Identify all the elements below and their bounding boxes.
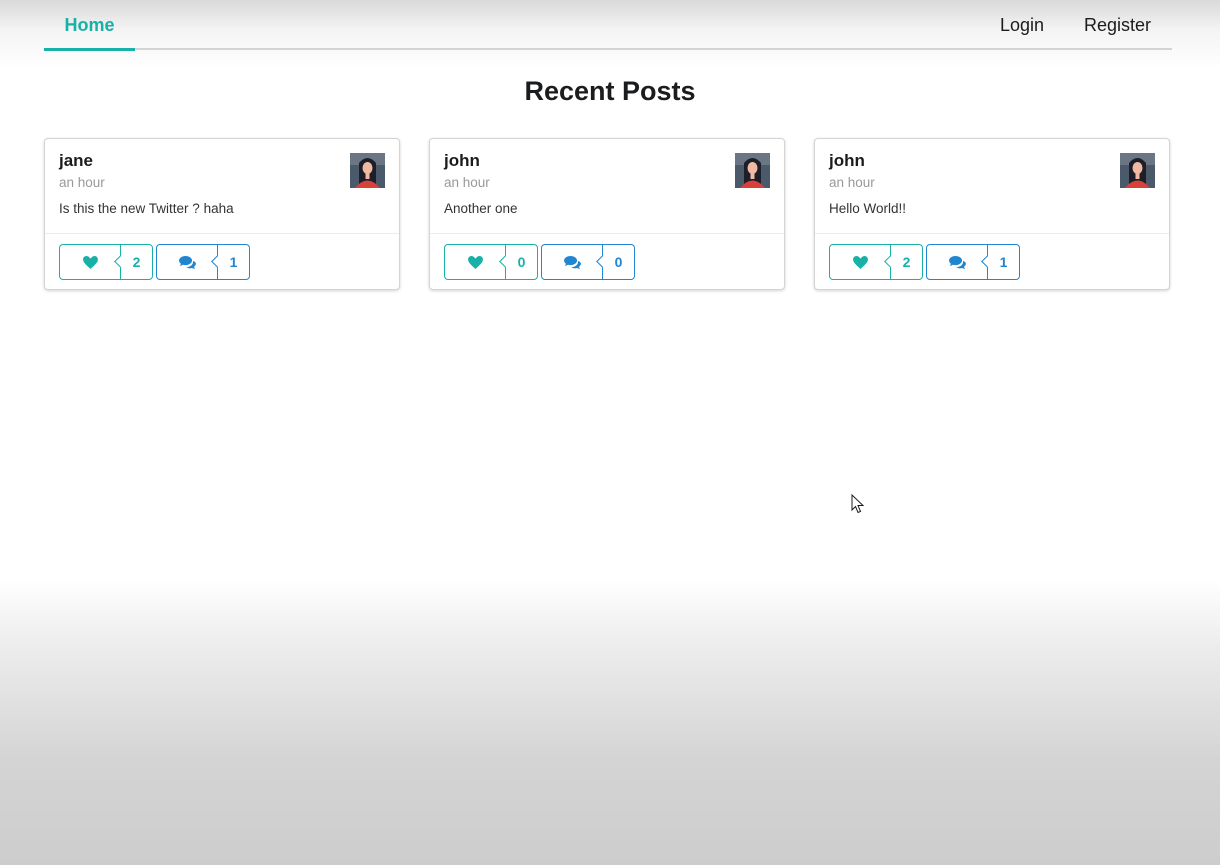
post-card: john an hour Hello World!! 2 1: [814, 138, 1170, 290]
post-time: an hour: [444, 175, 490, 190]
comment-count: 1: [987, 245, 1019, 279]
post-card: jane an hour Is this the new Twitter ? h…: [44, 138, 400, 290]
post-body: Hello World!!: [829, 201, 907, 216]
like-count: 2: [890, 245, 922, 279]
post-card-content: john an hour Another one: [430, 139, 784, 234]
post-time: an hour: [59, 175, 105, 190]
like-count: 0: [505, 245, 537, 279]
like-button[interactable]: 2: [829, 244, 923, 280]
post-author[interactable]: john: [444, 151, 480, 171]
post-time: an hour: [829, 175, 875, 190]
like-button[interactable]: 2: [59, 244, 153, 280]
comment-count: 0: [602, 245, 634, 279]
post-card-content: john an hour Hello World!!: [815, 139, 1169, 234]
comments-icon: [542, 245, 602, 279]
like-count: 2: [120, 245, 152, 279]
nav-login-link[interactable]: Login: [1000, 0, 1044, 48]
post-author[interactable]: john: [829, 151, 865, 171]
comments-icon: [157, 245, 217, 279]
page-title: Recent Posts: [524, 76, 696, 106]
comment-button[interactable]: 0: [541, 244, 635, 280]
heart-icon: [445, 245, 505, 279]
nav-home-link[interactable]: Home: [44, 0, 135, 51]
like-button[interactable]: 0: [444, 244, 538, 280]
post-body: Another one: [444, 201, 518, 216]
nav-register-link[interactable]: Register: [1084, 0, 1151, 48]
post-card: john an hour Another one 0 0: [429, 138, 785, 290]
mouse-cursor-icon: [851, 494, 865, 514]
heart-icon: [60, 245, 120, 279]
avatar: [350, 153, 385, 188]
comment-count: 1: [217, 245, 249, 279]
comment-button[interactable]: 1: [926, 244, 1020, 280]
comments-icon: [927, 245, 987, 279]
post-author[interactable]: jane: [59, 151, 93, 171]
avatar: [1120, 153, 1155, 188]
post-body: Is this the new Twitter ? haha: [59, 201, 234, 216]
top-menu: Home Login Register: [44, 0, 1172, 51]
post-card-content: jane an hour Is this the new Twitter ? h…: [45, 139, 399, 234]
heart-icon: [830, 245, 890, 279]
avatar: [735, 153, 770, 188]
comment-button[interactable]: 1: [156, 244, 250, 280]
